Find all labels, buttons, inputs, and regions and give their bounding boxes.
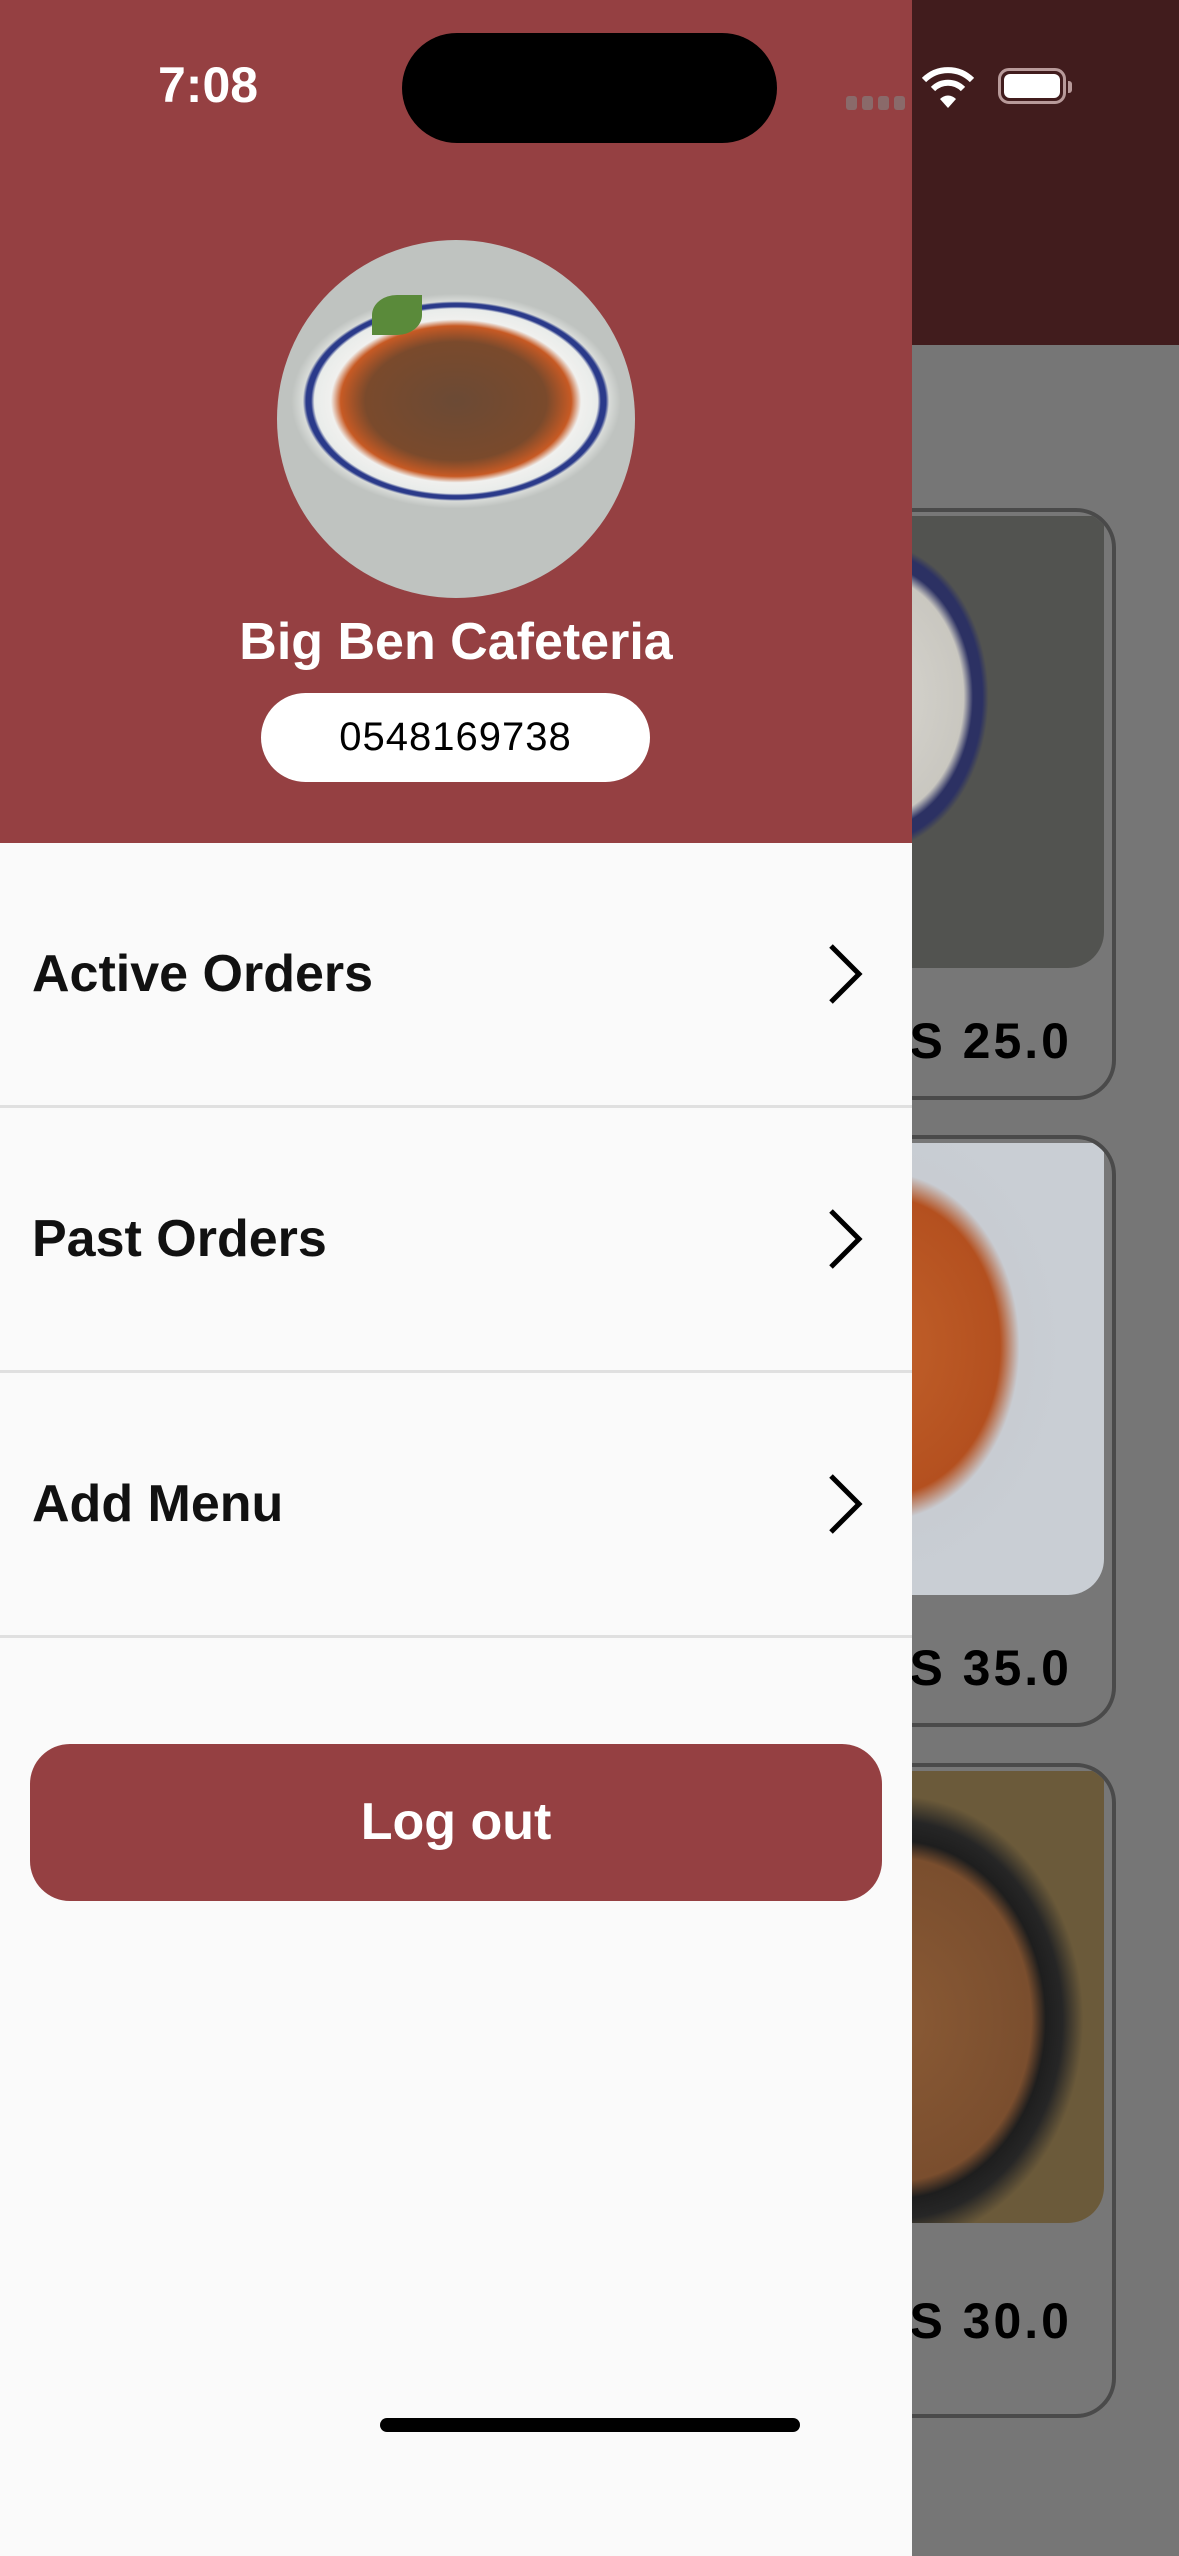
menu-item-past-orders[interactable]: Past Orders <box>0 1108 912 1373</box>
menu-item-active-orders[interactable]: Active Orders <box>0 843 912 1108</box>
wifi-icon <box>922 67 974 108</box>
status-time: 7:08 <box>158 57 259 113</box>
menu-item-label: Active Orders <box>32 945 374 1003</box>
price-label: S 30.0 <box>909 2293 1072 2349</box>
avatar <box>277 240 635 598</box>
cellular-signal-icon <box>846 96 905 110</box>
chevron-right-icon <box>829 944 863 1004</box>
price-label: S 25.0 <box>909 1013 1072 1069</box>
battery-icon <box>998 68 1072 104</box>
drawer-header: 7:08 Big Ben Cafeteria 0548169738 <box>0 0 912 843</box>
garnish <box>372 295 422 335</box>
logout-button[interactable]: Log out <box>30 1744 882 1901</box>
menu-item-label: Past Orders <box>32 1210 327 1268</box>
dynamic-island <box>402 33 777 143</box>
menu-item-add-menu[interactable]: Add Menu <box>0 1373 912 1638</box>
phone-badge: 0548169738 <box>261 693 650 782</box>
home-indicator[interactable] <box>380 2418 800 2432</box>
navigation-drawer: 7:08 Big Ben Cafeteria 0548169738 Active… <box>0 0 912 2556</box>
menu-item-label: Add Menu <box>32 1475 284 1533</box>
restaurant-name: Big Ben Cafeteria <box>239 613 673 671</box>
chevron-right-icon <box>829 1474 863 1534</box>
chevron-right-icon <box>829 1209 863 1269</box>
app-bar <box>912 0 1179 345</box>
price-label: S 35.0 <box>909 1640 1072 1696</box>
